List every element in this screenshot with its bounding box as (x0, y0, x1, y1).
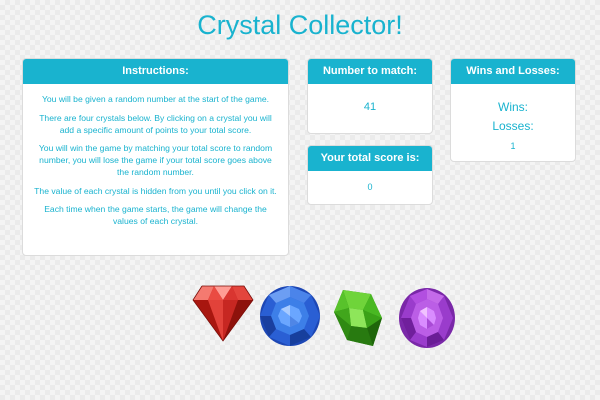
losses-count: 1 (510, 141, 516, 151)
instruction-paragraph: You will win the game by matching your t… (38, 143, 273, 177)
instruction-paragraph: Each time when the game starts, the game… (44, 204, 267, 226)
blue-crystal-button[interactable] (259, 285, 321, 347)
purple-crystal-icon (399, 288, 455, 348)
red-crystal-button[interactable] (192, 284, 254, 342)
instruction-paragraph: There are four crystals below. By clicki… (39, 112, 272, 135)
wins-losses-panel: Wins and Losses: Wins: Losses: 1 (450, 58, 576, 162)
instructions-heading: Instructions: (23, 59, 288, 84)
wins-losses-heading: Wins and Losses: (451, 59, 575, 84)
instruction-paragraph: You will be given a random number at the… (41, 94, 270, 104)
instructions-panel: Instructions: You will be given a random… (22, 58, 289, 256)
total-score-heading: Your total score is: (308, 146, 432, 171)
target-number-value: 41 (363, 101, 377, 113)
losses-label: Losses: (492, 119, 534, 133)
green-crystal-button[interactable] (333, 288, 383, 348)
target-number-panel: Number to match: 41 (307, 58, 433, 134)
total-score-panel: Your total score is: 0 (307, 145, 433, 205)
red-crystal-icon (192, 285, 254, 342)
total-score-value: 0 (367, 182, 373, 192)
instruction-paragraph: The value of each crystal is hidden from… (34, 185, 277, 196)
purple-crystal-button[interactable] (398, 287, 456, 349)
blue-crystal-icon (260, 286, 320, 346)
green-crystal-icon (334, 290, 382, 346)
wins-label: Wins: (498, 100, 528, 114)
instructions-body: You will be given a random number at the… (23, 84, 288, 227)
page-title: Crystal Collector! (197, 10, 403, 40)
target-number-heading: Number to match: (308, 59, 432, 84)
